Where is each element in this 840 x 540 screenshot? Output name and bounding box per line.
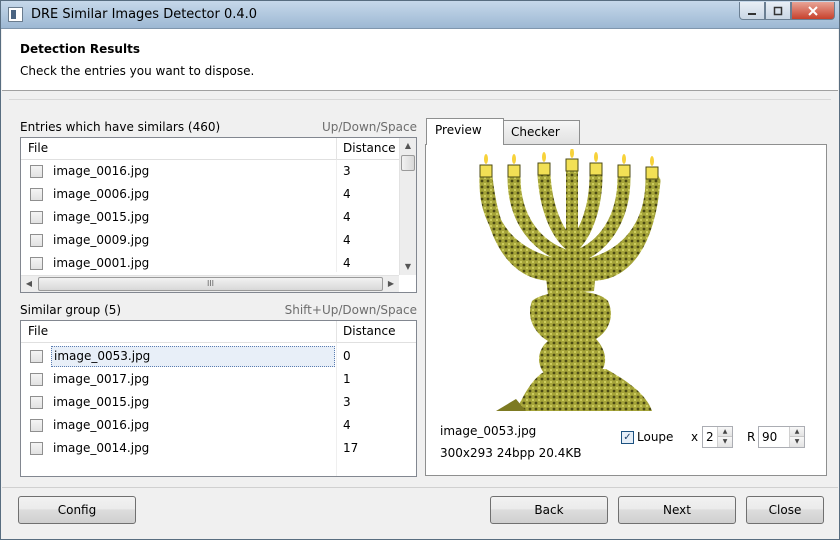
row-checkbox[interactable] [30, 350, 43, 363]
tab-preview[interactable]: Preview [426, 118, 504, 145]
page-title: Detection Results [20, 42, 140, 56]
preview-file-meta: 300x293 24bpp 20.4KB [440, 446, 582, 460]
preview-file-name: image_0053.jpg [440, 424, 537, 438]
file-name: image_0016.jpg [53, 418, 150, 432]
similar-list[interactable]: File Distance image_0053.jpg 0 image_001… [20, 320, 417, 477]
close-icon [808, 5, 818, 16]
window-title: DRE Similar Images Detector 0.4.0 [31, 7, 258, 22]
radius-label: R [747, 430, 756, 444]
wizard-header: Detection Results Check the entries you … [2, 29, 838, 91]
table-row[interactable]: image_0014.jpg 17 [21, 437, 416, 460]
row-checkbox[interactable] [30, 188, 43, 201]
column-header-distance[interactable]: Distance [343, 141, 395, 155]
scroll-thumb[interactable] [401, 155, 415, 171]
row-checkbox[interactable] [30, 234, 43, 247]
distance-value: 1 [343, 372, 351, 386]
spin-down-icon[interactable]: ▼ [790, 437, 804, 447]
zoom-stepper[interactable]: 2 ▲ ▼ [702, 426, 733, 448]
column-header-file[interactable]: File [28, 324, 48, 338]
file-name: image_0016.jpg [53, 164, 150, 178]
zoom-label: x [691, 430, 699, 444]
row-checkbox[interactable] [30, 419, 43, 432]
distance-value: 4 [343, 233, 351, 247]
file-name: image_0001.jpg [53, 256, 150, 270]
radius-value[interactable]: 90 [762, 430, 777, 444]
zoom-value[interactable]: 2 [706, 430, 714, 444]
entries-list-header: File Distance [21, 138, 416, 160]
app-icon[interactable] [8, 7, 23, 22]
distance-value: 3 [343, 395, 351, 409]
distance-value: 4 [343, 210, 351, 224]
distance-value: 4 [343, 187, 351, 201]
maximize-icon [773, 6, 783, 15]
minimize-icon [748, 12, 756, 15]
table-row[interactable]: image_0016.jpg 3 [21, 160, 416, 183]
table-row[interactable]: image_0017.jpg 1 [21, 368, 416, 391]
scroll-right-icon[interactable]: ▶ [383, 276, 399, 292]
entries-vertical-scrollbar[interactable]: ▲ ▼ [399, 138, 416, 275]
main-window: DRE Similar Images Detector 0.4.0 Detect… [0, 0, 840, 540]
footer-bar: Config Back Next Close [2, 487, 838, 539]
minimize-button[interactable] [739, 2, 765, 20]
entries-hint: Up/Down/Space [321, 120, 417, 134]
row-checkbox[interactable] [30, 396, 43, 409]
file-name: image_0015.jpg [53, 210, 150, 224]
maximize-button[interactable] [765, 2, 791, 20]
distance-value: 4 [343, 256, 351, 270]
spin-up-icon[interactable]: ▲ [718, 427, 732, 437]
similar-label: Similar group (5) [20, 303, 122, 317]
back-button[interactable]: Back [490, 496, 608, 524]
table-row[interactable]: image_0015.jpg 3 [21, 391, 416, 414]
close-button[interactable]: Close [746, 496, 824, 524]
next-button[interactable]: Next [618, 496, 736, 524]
radius-stepper[interactable]: 90 ▲ ▼ [758, 426, 805, 448]
table-row[interactable]: image_0053.jpg 0 [21, 345, 416, 368]
entries-list[interactable]: File Distance image_0016.jpg 3 image_000… [20, 137, 417, 293]
file-name: image_0015.jpg [53, 395, 150, 409]
scroll-down-icon[interactable]: ▼ [400, 259, 416, 275]
table-row[interactable]: image_0006.jpg 4 [21, 183, 416, 206]
row-checkbox[interactable] [30, 442, 43, 455]
table-row[interactable]: image_0009.jpg 4 [21, 229, 416, 252]
table-row[interactable]: image_0001.jpg 4 [21, 252, 416, 275]
spin-up-icon[interactable]: ▲ [790, 427, 804, 437]
file-name: image_0006.jpg [53, 187, 150, 201]
column-header-distance[interactable]: Distance [343, 324, 395, 338]
similar-list-header: File Distance [21, 321, 416, 343]
similar-hint: Shift+Up/Down/Space [284, 303, 417, 317]
close-window-button[interactable] [791, 2, 835, 20]
config-button[interactable]: Config [18, 496, 136, 524]
scroll-up-icon[interactable]: ▲ [400, 138, 416, 154]
entries-label: Entries which have similars (460) [20, 120, 221, 134]
scroll-left-icon[interactable]: ◀ [21, 276, 37, 292]
loupe-label[interactable]: Loupe [637, 430, 673, 444]
spin-down-icon[interactable]: ▼ [718, 437, 732, 447]
distance-value: 4 [343, 418, 351, 432]
table-row[interactable]: image_0015.jpg 4 [21, 206, 416, 229]
loupe-checkbox[interactable]: ✓ [621, 431, 634, 444]
file-name: image_0009.jpg [53, 233, 150, 247]
scroll-thumb-grip[interactable]: III [38, 277, 383, 291]
file-name: image_0014.jpg [53, 441, 150, 455]
distance-value: 0 [343, 349, 351, 363]
distance-value: 3 [343, 164, 351, 178]
file-name-selected: image_0053.jpg [51, 346, 335, 367]
file-name: image_0017.jpg [53, 372, 150, 386]
distance-value: 17 [343, 441, 359, 455]
column-header-file[interactable]: File [28, 141, 48, 155]
page-subtitle: Check the entries you want to dispose. [20, 64, 255, 78]
preview-panel: image_0053.jpg 300x293 24bpp 20.4KB ✓ Lo… [425, 144, 827, 476]
preview-image[interactable] [456, 149, 696, 419]
row-checkbox[interactable] [30, 257, 43, 270]
title-bar[interactable]: DRE Similar Images Detector 0.4.0 [1, 1, 839, 29]
entries-horizontal-scrollbar[interactable]: ◀ III ▶ [21, 275, 399, 292]
row-checkbox[interactable] [30, 165, 43, 178]
content-area: Entries which have similars (460) Up/Dow… [9, 99, 831, 483]
row-checkbox[interactable] [30, 211, 43, 224]
table-row[interactable]: image_0016.jpg 4 [21, 414, 416, 437]
tab-checker[interactable]: Checker [502, 120, 580, 145]
row-checkbox[interactable] [30, 373, 43, 386]
